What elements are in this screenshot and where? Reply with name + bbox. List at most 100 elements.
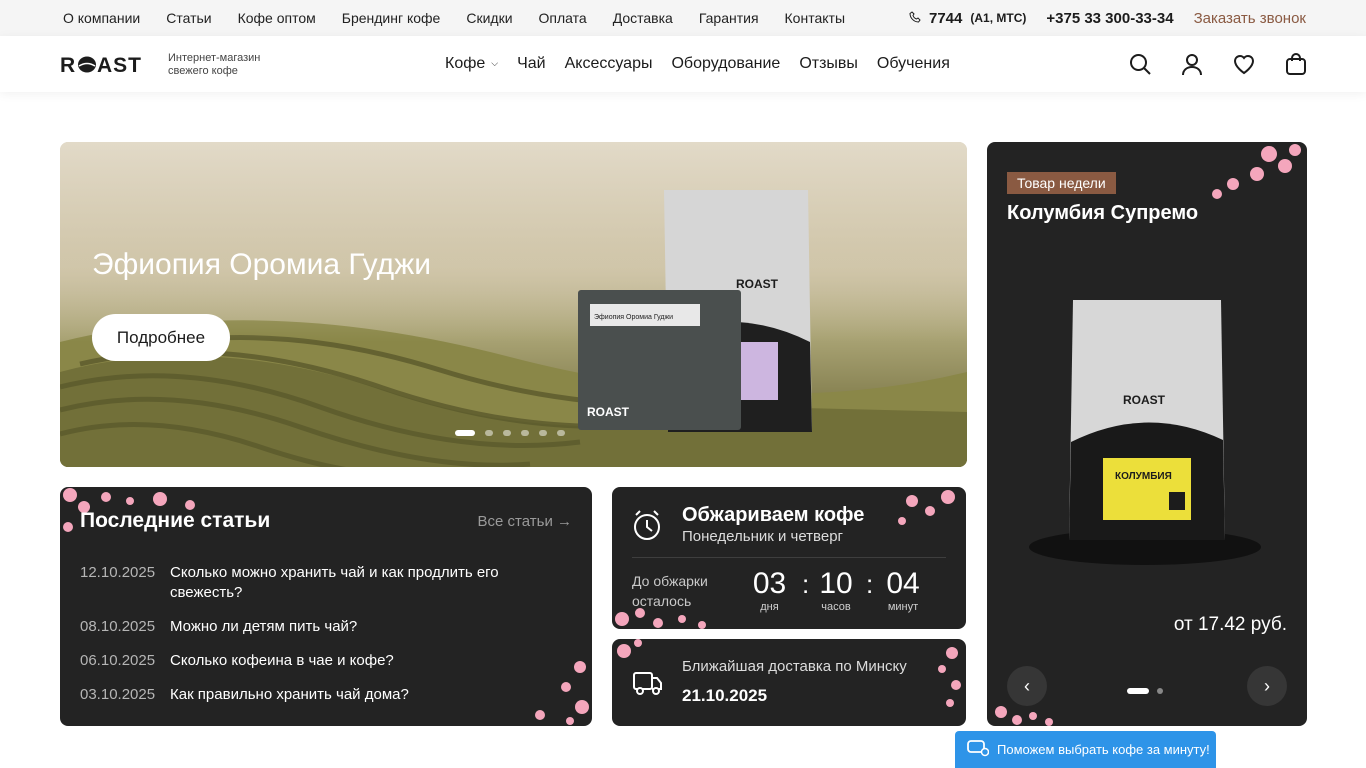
countdown-hours-label: часов <box>821 601 851 613</box>
heart-icon[interactable] <box>1232 52 1256 76</box>
hero-slider-dots <box>455 430 565 436</box>
main-header: R AST Интернет-магазин свежего кофе Кофе… <box>0 36 1366 92</box>
nav-coffee-label: Кофе <box>445 55 486 72</box>
roasting-countdown-card: Обжариваем кофе Понедельник и четверг До… <box>612 487 966 629</box>
callback-link[interactable]: Заказать звонок <box>1194 10 1306 27</box>
nav-equipment[interactable]: Оборудование <box>671 55 780 73</box>
week-prev-button[interactable]: ‹ <box>1007 666 1047 706</box>
logo-tagline-line2: свежего кофе <box>168 65 238 77</box>
article-date: 12.10.2025 <box>80 564 156 581</box>
user-icon[interactable] <box>1180 52 1204 76</box>
all-articles-link[interactable]: Все статьи → <box>478 513 572 530</box>
logo-tagline-line1: Интернет-магазин <box>168 52 261 64</box>
search-icon[interactable] <box>1128 52 1152 76</box>
top-link-articles[interactable]: Статьи <box>166 10 211 26</box>
bag-icon[interactable] <box>1284 52 1308 76</box>
logo[interactable]: R AST <box>60 55 153 73</box>
top-link-discounts[interactable]: Скидки <box>466 10 512 26</box>
all-articles-label: Все статьи <box>477 513 553 530</box>
article-title: Можно ли детям пить чай? <box>170 618 358 635</box>
week-package-brand: ROAST <box>1123 393 1166 407</box>
svg-text:AST: AST <box>97 55 142 73</box>
week-price: от 17.42 руб. <box>1173 614 1287 635</box>
countdown-separator: : <box>866 569 874 599</box>
delivery-card: Ближайшая доставка по Минску 21.10.2025 <box>612 639 966 726</box>
article-item[interactable]: 08.10.2025 Можно ли детям пить чай? <box>80 617 550 637</box>
week-slider-dots <box>1127 688 1163 694</box>
article-item[interactable]: 03.10.2025 Как правильно хранить чай дом… <box>80 685 550 705</box>
phone-full[interactable]: +375 33 300-33-34 <box>1046 10 1173 27</box>
top-contacts: 7744 (А1, МТС) +375 33 300-33-34 Заказат… <box>909 0 1306 36</box>
nav-accessories[interactable]: Аксессуары <box>565 55 653 73</box>
chevron-right-icon: › <box>1264 675 1270 696</box>
top-link-guarantee[interactable]: Гарантия <box>699 10 759 26</box>
countdown-hours-value: 10 <box>819 567 853 600</box>
nav-coffee[interactable]: Кофе ⌵ <box>445 55 498 73</box>
phone-short[interactable]: 7744 (А1, МТС) <box>909 10 1026 27</box>
hero-dot[interactable] <box>503 430 511 436</box>
top-nav: О компании Статьи Кофе оптом Брендинг ко… <box>63 0 845 36</box>
countdown-minutes: 04 минут <box>884 567 922 613</box>
countdown-days-label: дня <box>760 601 779 613</box>
week-badge: Товар недели <box>1007 172 1116 194</box>
week-package: КОЛУМБИЯ ROAST <box>1029 300 1261 565</box>
week-dot[interactable] <box>1127 688 1149 694</box>
divider <box>632 557 946 558</box>
hero-banner[interactable]: ROAST Эфиопия Оромиа Гуджи ROAST Эфиопия… <box>60 142 967 467</box>
week-package-label: КОЛУМБИЯ <box>1115 471 1172 482</box>
header-icons <box>1128 52 1308 76</box>
chat-icon <box>967 739 990 760</box>
phone-short-note: (А1, МТС) <box>970 11 1027 25</box>
help-chat-label: Поможем выбрать кофе за минуту! <box>997 742 1210 757</box>
hero-dot[interactable] <box>557 430 565 436</box>
hero-dot[interactable] <box>539 430 547 436</box>
roast-title: Обжариваем кофе <box>682 504 865 526</box>
top-link-contacts[interactable]: Контакты <box>785 10 845 26</box>
phone-short-number: 7744 <box>929 9 963 27</box>
week-title[interactable]: Колумбия Супремо <box>1007 202 1198 225</box>
top-bar: О компании Статьи Кофе оптом Брендинг ко… <box>0 0 1366 36</box>
article-date: 03.10.2025 <box>80 686 156 703</box>
top-link-about[interactable]: О компании <box>63 10 140 26</box>
week-decor: КОЛУМБИЯ ROAST <box>995 144 1301 726</box>
roast-logo: R AST <box>60 55 142 73</box>
arrow-right-icon: → <box>557 513 572 530</box>
articles-list: 12.10.2025 Сколько можно хранить чай и к… <box>80 563 550 719</box>
alarm-clock-icon <box>634 510 660 540</box>
hero-package-back-brand: ROAST <box>736 277 779 291</box>
countdown-minutes-label: минут <box>887 601 919 613</box>
product-of-week-card[interactable]: КОЛУМБИЯ ROAST Товар недели Колумбия Суп… <box>987 142 1307 726</box>
week-next-button[interactable]: › <box>1247 666 1287 706</box>
delivery-date: 21.10.2025 <box>682 686 768 705</box>
countdown-hours: 10 часов <box>818 567 854 613</box>
help-chat-button[interactable]: Поможем выбрать кофе за минуту! <box>955 731 1216 768</box>
hero-more-button[interactable]: Подробнее <box>92 314 230 361</box>
hero-package-front-brand: ROAST <box>587 405 630 419</box>
truck-icon <box>633 672 662 695</box>
article-title: Сколько можно хранить чай и как продлить… <box>170 564 499 601</box>
countdown-days: 03 дня <box>752 567 787 613</box>
hero-background: ROAST Эфиопия Оромиа Гуджи ROAST <box>60 142 967 467</box>
hero-dot[interactable] <box>521 430 529 436</box>
hero-dot[interactable] <box>485 430 493 436</box>
countdown-minutes-value: 04 <box>886 567 920 600</box>
svg-text:R: R <box>60 55 76 73</box>
top-link-payment[interactable]: Оплата <box>539 10 587 26</box>
article-title: Сколько кофеина в чае и кофе? <box>170 652 394 669</box>
articles-title: Последние статьи <box>80 509 271 532</box>
countdown-days-value: 03 <box>752 567 787 600</box>
article-item[interactable]: 12.10.2025 Сколько можно хранить чай и к… <box>80 563 550 603</box>
week-dot[interactable] <box>1157 688 1163 694</box>
top-link-delivery[interactable]: Доставка <box>613 10 673 26</box>
hero-dot[interactable] <box>455 430 475 436</box>
nav-training[interactable]: Обучения <box>877 55 950 73</box>
article-date: 06.10.2025 <box>80 652 156 669</box>
top-link-branding[interactable]: Брендинг кофе <box>342 10 441 26</box>
nav-reviews[interactable]: Отзывы <box>799 55 858 73</box>
delivery-label: Ближайшая доставка по Минску <box>682 658 907 675</box>
main-nav: Кофе ⌵ Чай Аксессуары Оборудование Отзывы… <box>445 36 950 92</box>
top-link-wholesale[interactable]: Кофе оптом <box>238 10 316 26</box>
nav-tea[interactable]: Чай <box>517 55 546 73</box>
countdown-label: До обжарки осталось <box>632 573 708 609</box>
article-item[interactable]: 06.10.2025 Сколько кофеина в чае и кофе? <box>80 651 550 671</box>
